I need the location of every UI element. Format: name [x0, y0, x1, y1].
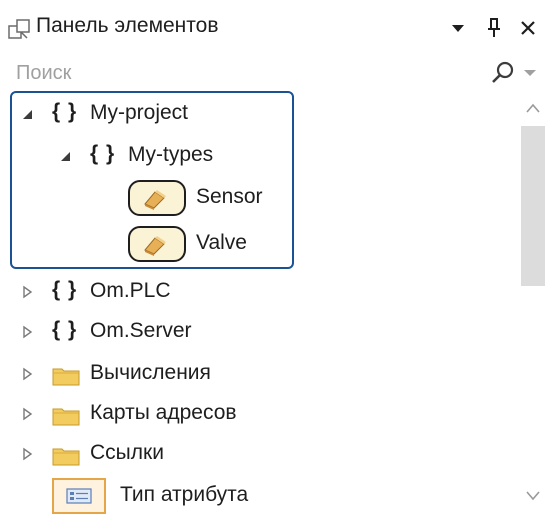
panel-header: Панель элементов [0, 0, 548, 56]
tree-item-label: My-project [90, 101, 189, 124]
expanded-arrow-icon[interactable] [20, 107, 34, 121]
search-input[interactable] [10, 56, 476, 90]
tree-item-label: My-types [128, 143, 214, 166]
tree-item-label: Om.Server [90, 319, 192, 342]
tree-item-om-plc[interactable]: { } Om.PLC [0, 272, 500, 312]
tree-item-calculations[interactable]: Вычисления [0, 354, 500, 394]
folder-icon [52, 368, 80, 386]
eraser-icon [144, 190, 166, 210]
type-icon [128, 226, 186, 262]
panel-menu-button[interactable] [444, 14, 472, 42]
tree-item-label: Карты адресов [90, 401, 237, 424]
toolbox-panel: Панель элементов Поиск {} My-project {… [0, 0, 548, 515]
close-button[interactable] [514, 14, 542, 42]
search-options-dropdown-icon[interactable] [520, 62, 540, 82]
scrollbar-thumb[interactable] [521, 126, 545, 286]
tree-item-label: Sensor [196, 185, 263, 208]
tree-item-label: Тип атрибута [120, 483, 249, 506]
collapsed-arrow-icon[interactable] [20, 367, 34, 381]
search-icon[interactable] [490, 60, 516, 86]
tree-item-om-server[interactable]: { } Om.Server [0, 312, 500, 352]
collapsed-arrow-icon[interactable] [20, 325, 34, 339]
scroll-up-icon[interactable] [525, 102, 541, 114]
close-icon [521, 21, 535, 35]
tree-item-label: Ссылки [90, 441, 164, 464]
tree-item-attribute-type[interactable]: Тип атрибута [0, 476, 500, 516]
pin-button[interactable] [480, 14, 508, 42]
namespace-icon: { } [52, 278, 78, 301]
tree-item-label: Valve [196, 231, 247, 254]
expanded-arrow-icon[interactable] [58, 149, 72, 163]
pin-icon [488, 18, 500, 37]
type-icon [128, 180, 186, 216]
panel-title: Панель элементов [36, 14, 219, 37]
search-bar [10, 56, 540, 92]
scroll-down-icon[interactable] [525, 490, 541, 502]
folder-icon [52, 448, 80, 466]
tree-item-links[interactable]: Ссылки [0, 434, 500, 474]
toolbox-icon [8, 19, 30, 39]
namespace-icon: { } [52, 100, 78, 123]
tree-item-sensor[interactable]: Sensor [0, 178, 300, 218]
form-icon [66, 488, 92, 504]
tree-item-my-project[interactable]: { } My-project [0, 94, 300, 134]
collapsed-arrow-icon[interactable] [20, 407, 34, 421]
tree-item-my-types[interactable]: { } My-types [0, 136, 300, 176]
tree-item-label: Om.PLC [90, 279, 171, 302]
collapsed-arrow-icon[interactable] [20, 447, 34, 461]
namespace-icon: { } [90, 142, 116, 165]
folder-icon [52, 408, 80, 426]
namespace-icon: { } [52, 318, 78, 341]
dropdown-arrow-icon [452, 25, 464, 32]
element-tree[interactable]: { } My-project { } My-types Sensor Valve… [0, 92, 548, 515]
tree-item-address-maps[interactable]: Карты адресов [0, 394, 500, 434]
attribute-type-icon [52, 478, 106, 514]
tree-item-label: Вычисления [90, 361, 211, 384]
vertical-scrollbar[interactable] [518, 92, 548, 515]
eraser-icon [144, 236, 166, 256]
tree-item-valve[interactable]: Valve [0, 224, 300, 264]
collapsed-arrow-icon[interactable] [20, 285, 34, 299]
